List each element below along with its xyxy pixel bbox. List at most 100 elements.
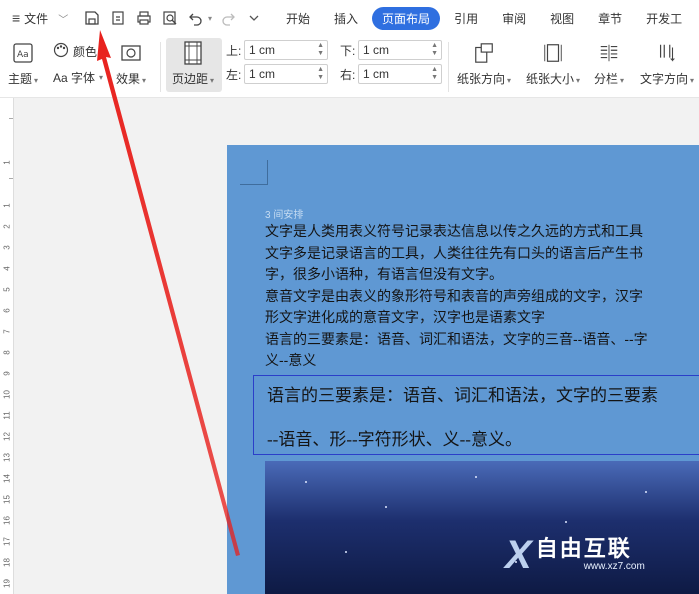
spinner-icon[interactable]: ▲ ▼	[431, 66, 438, 82]
margin-bottom-field: 下: 1 cm ▲ ▼	[340, 40, 442, 60]
export-pdf-icon[interactable]	[108, 8, 128, 28]
spinner-icon[interactable]: ▲ ▼	[317, 66, 324, 82]
text-direction-icon	[656, 42, 678, 64]
section-hint: 3 间安排	[265, 210, 304, 221]
text-direction-button[interactable]: 文字方向 ▾	[640, 42, 694, 87]
tab-section[interactable]: 章节	[588, 7, 632, 30]
columns-label: 分栏	[594, 72, 619, 86]
page-size-label: 纸张大小	[526, 72, 575, 86]
margin-bottom-label: 下:	[340, 43, 356, 58]
margin-bottom-value: 1 cm	[363, 43, 390, 57]
page-size-button[interactable]: 纸张大小 ▾	[526, 42, 580, 87]
margin-left-input[interactable]: 1 cm ▲ ▼	[244, 64, 328, 84]
margin-left-label: 左:	[226, 67, 242, 82]
margin-right-label: 右:	[340, 67, 356, 82]
undo-dropdown-icon[interactable]: ▾	[208, 14, 212, 23]
columns-button[interactable]: 分栏 ▾	[594, 42, 624, 87]
ruler-number: 13	[2, 453, 12, 462]
margin-top-input[interactable]: 1 cm ▲ ▼	[244, 40, 328, 60]
x-logo-icon: X	[505, 533, 532, 577]
ruler-number: 4	[2, 266, 12, 271]
tab-references[interactable]: 引用	[444, 7, 488, 30]
effects-button[interactable]: 效果 ▾	[116, 42, 146, 87]
file-menu[interactable]: ≡ 文件 ﹀	[0, 10, 82, 27]
margin-right-value: 1 cm	[363, 67, 390, 81]
margins-button[interactable]: 页边距 ▾	[172, 41, 214, 87]
ruler-number: 1	[2, 160, 12, 165]
ruler-number: 5	[2, 287, 12, 292]
orientation-button[interactable]: 纸张方向 ▾	[457, 42, 511, 87]
tab-review[interactable]: 审阅	[492, 7, 536, 30]
ruler-number: 10	[2, 390, 12, 399]
margins-label: 页边距	[172, 72, 209, 86]
ruler-number: 6	[2, 308, 12, 313]
palette-icon	[53, 42, 69, 61]
tab-developer[interactable]: 开发工	[636, 7, 692, 30]
ruler-number: 17	[2, 537, 12, 546]
margin-top-label: 上:	[226, 43, 242, 58]
menu-bar: ≡ 文件 ﹀ ▾ 开始 插入 页面布局 引用 审阅 视图 章节 开发工	[0, 0, 699, 36]
undo-icon[interactable]	[186, 8, 206, 28]
customize-toolbar-icon[interactable]	[244, 8, 264, 28]
page-margins-icon	[182, 41, 204, 65]
tab-view[interactable]: 视图	[540, 7, 584, 30]
columns-icon	[598, 42, 620, 64]
theme-button[interactable]: Aa 主题 ▾	[8, 42, 38, 87]
watermark-brand: 自由互联	[535, 536, 632, 561]
ribbon-divider	[448, 42, 449, 92]
ruler-number: 11	[2, 411, 12, 420]
ruler-number: 1	[2, 203, 12, 208]
page-corner-mark	[240, 160, 268, 185]
paragraph-line: 义--意义	[265, 352, 317, 368]
margin-left-value: 1 cm	[249, 67, 276, 81]
color-label: 颜色	[73, 45, 98, 59]
font-button[interactable]: Aa 字体 ▾	[53, 69, 103, 86]
print-icon[interactable]	[134, 8, 154, 28]
ruler-number: 14	[2, 474, 12, 483]
ribbon-tabs: 开始 插入 页面布局 引用 审阅 视图 章节 开发工	[276, 6, 696, 30]
ruler-number: 2	[2, 224, 12, 229]
ruler-number: 19	[2, 579, 12, 588]
watermark-url: www.xz7.com	[583, 561, 645, 572]
paragraph-line: 字，很多小语种，有语言但没有文字。	[265, 266, 503, 282]
text-box[interactable]: 语言的三要素是：语音、词汇和语法，文字的三要素 --语音、形--字符形状、义--…	[253, 375, 699, 455]
paragraph-line: 语言的三要素是：语音、词汇和语法，文字的三音--语音、--字	[265, 330, 648, 347]
ruler-number: 15	[2, 495, 12, 504]
document-body[interactable]: 文字是人类用表义符号记录表达信息以传之久远的方式和工具 文字多是记录语言的工具，…	[265, 221, 699, 372]
ruler-number: 18	[2, 558, 12, 567]
theme-label: 主题	[8, 72, 33, 86]
effects-icon	[120, 42, 142, 64]
color-button[interactable]: 颜色	[53, 42, 97, 61]
ribbon-divider	[160, 42, 161, 92]
spinner-icon[interactable]: ▲ ▼	[317, 42, 324, 58]
spinner-icon[interactable]: ▲ ▼	[431, 42, 438, 58]
tab-home[interactable]: 开始	[276, 7, 320, 30]
vertical-ruler: 1 1 2 3 4 5 6 7 8 9 10 11 12 13 14 15 16…	[0, 98, 14, 594]
margin-right-field: 右: 1 cm ▲ ▼	[340, 64, 442, 84]
chevron-down-icon: ﹀	[58, 14, 69, 26]
margin-left-field: 左: 1 cm ▲ ▼	[226, 64, 328, 84]
text-box-line: --语音、形--字符形状、义--意义。	[267, 430, 522, 449]
quick-access-toolbar: ▾	[82, 8, 264, 28]
save-icon[interactable]	[82, 8, 102, 28]
margin-right-input[interactable]: 1 cm ▲ ▼	[358, 64, 442, 84]
ribbon-page-layout: Aa 主题 ▾ 颜色 Aa 字体 ▾ 效果 ▾ 页边距 ▾ 上: 1 cm ▲ ▼ 左: …	[0, 36, 699, 98]
font-label: Aa 字体	[53, 71, 96, 85]
paragraph-line: 文字多是记录语言的工具，人类往往先有口头的语言后产生书	[265, 244, 643, 261]
ruler-number: 3	[2, 245, 12, 250]
file-menu-label: 文件	[24, 11, 49, 26]
tab-insert[interactable]: 插入	[324, 7, 368, 30]
margin-top-field: 上: 1 cm ▲ ▼	[226, 40, 328, 60]
effects-label: 效果	[116, 72, 141, 86]
print-preview-icon[interactable]	[160, 8, 180, 28]
chevron-down-icon: ▾	[99, 73, 104, 82]
redo-icon[interactable]	[218, 8, 238, 28]
tab-page-layout[interactable]: 页面布局	[372, 6, 441, 30]
paragraph-line: 意音文字是由表义的象形符号和表音的声旁组成的文字，汉字	[265, 287, 643, 304]
site-watermark: X 自由互联 www.xz7.com	[505, 535, 645, 575]
ruler-number: 8	[2, 350, 12, 355]
margin-top-value: 1 cm	[249, 43, 276, 57]
margin-bottom-input[interactable]: 1 cm ▲ ▼	[358, 40, 442, 60]
paragraph-line: 形文字进化成的意音文字，汉字也是语素文字	[265, 309, 545, 325]
theme-icon: Aa	[12, 42, 34, 64]
